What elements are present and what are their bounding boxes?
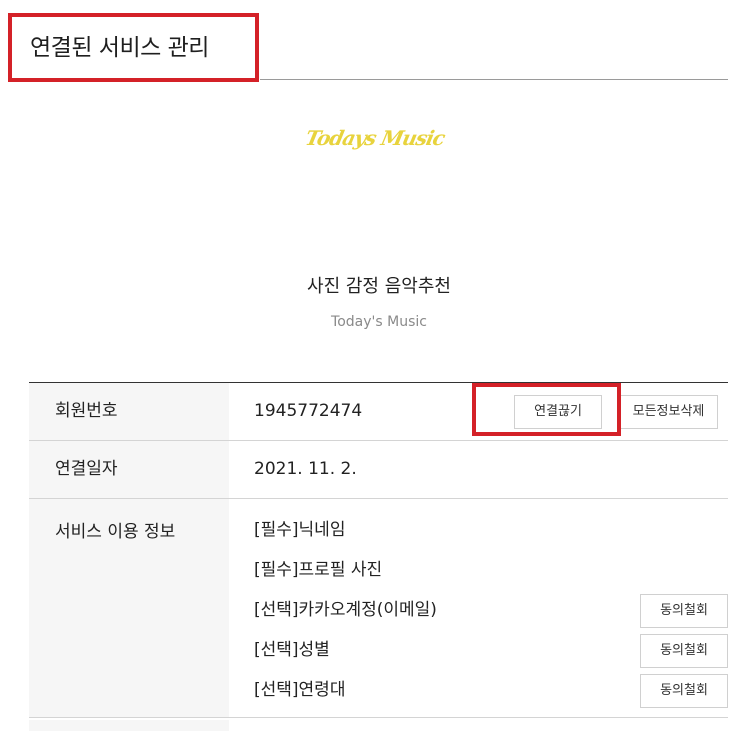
permission-label: [선택]카카오계정(이메일) (254, 600, 437, 620)
delete-all-info-button[interactable]: 모든정보삭제 (619, 395, 718, 429)
page-title: 연결된 서비스 관리 (30, 35, 209, 61)
member-id-cell: 1945772474 연결끊기 모든정보삭제 (229, 383, 728, 440)
service-info-cell: [필수]닉네임 [필수]프로필 사진 [선택]카카오계정(이메일) 동의철회 [… (229, 499, 728, 717)
revoke-consent-button[interactable]: 동의철회 (640, 674, 728, 708)
service-info-table: 회원번호 1945772474 연결끊기 모든정보삭제 연결일자 2021. 1… (29, 382, 728, 718)
table-row-service-info: 서비스 이용 정보 [필수]닉네임 [필수]프로필 사진 [선택]카카오계정(이… (29, 499, 728, 718)
member-id-value: 1945772474 (254, 401, 363, 421)
service-name: 사진 감정 음악추천 (307, 276, 451, 297)
disconnect-button[interactable]: 연결끊기 (514, 395, 602, 429)
permission-label: [선택]성별 (254, 640, 330, 660)
permission-item: [선택]카카오계정(이메일) 동의철회 (254, 594, 728, 634)
title-divider (260, 79, 728, 80)
connect-date-value: 2021. 11. 2. (254, 459, 357, 479)
permission-list: [필수]닉네임 [필수]프로필 사진 [선택]카카오계정(이메일) 동의철회 [… (254, 514, 728, 714)
permission-label: [필수]닉네임 (254, 520, 346, 540)
permission-item: [필수]닉네임 (254, 514, 728, 554)
service-info-label: 서비스 이용 정보 (29, 499, 229, 717)
permission-item: [필수]프로필 사진 (254, 554, 728, 594)
member-id-label: 회원번호 (29, 383, 229, 440)
connect-date-label: 연결일자 (29, 441, 229, 498)
permission-item: [선택]연령대 동의철회 (254, 674, 728, 714)
permission-label: [필수]프로필 사진 (254, 560, 383, 580)
revoke-consent-button[interactable]: 동의철회 (640, 634, 728, 668)
revoke-consent-button[interactable]: 동의철회 (640, 594, 728, 628)
permission-label: [선택]연령대 (254, 680, 346, 700)
service-logo: Todays Music (303, 126, 447, 150)
table-row-member-id: 회원번호 1945772474 연결끊기 모든정보삭제 (29, 383, 728, 441)
table-row-connect-date: 연결일자 2021. 11. 2. (29, 441, 728, 499)
permission-item: [선택]성별 동의철회 (254, 634, 728, 674)
table-bottom-strip (29, 720, 229, 731)
service-subtitle: Today's Music (331, 314, 427, 330)
